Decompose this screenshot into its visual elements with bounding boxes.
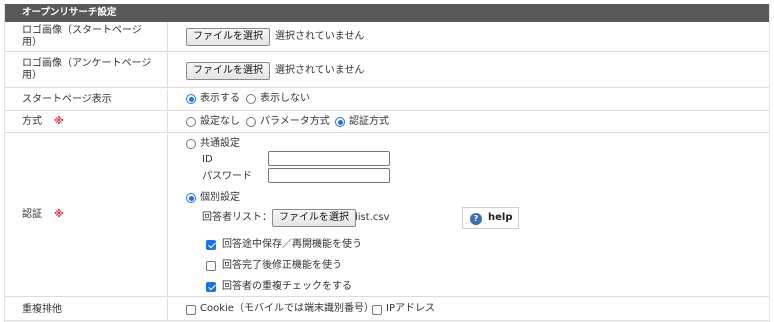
help-label: help [488, 212, 513, 223]
radio-method-parameter[interactable] [246, 117, 256, 127]
row-label: ロゴ画像（アンケートページ 用） [5, 53, 168, 87]
radio-method-parameter-label: パラメータ方式 [260, 116, 330, 127]
password-label: パスワード [202, 171, 252, 182]
file-status: 選択されていません [275, 65, 365, 76]
row-start-page: スタートページ表示 表示する 表示しない [5, 89, 769, 111]
required-mark: ※ [54, 209, 64, 220]
required-mark: ※ [54, 116, 64, 127]
file-status: 選択されていません [275, 31, 365, 42]
checkbox-duplicate-check-label: 回答者の重複チェックをする [222, 281, 352, 292]
checkbox-ip-address[interactable] [372, 305, 382, 315]
row-label: スタートページ表示 [5, 89, 168, 110]
checkbox-save-resume[interactable] [206, 240, 216, 250]
radio-method-none-label: 設定なし [200, 116, 240, 127]
row-value: ファイルを選択 選択されていません [169, 53, 769, 87]
checkbox-duplicate-check[interactable] [206, 282, 216, 292]
radio-show[interactable] [186, 94, 196, 104]
checkbox-ip-address-label: IPアドレス [386, 303, 435, 314]
id-label: ID [202, 154, 213, 165]
row-logo-start: ロゴ画像（スタートページ 用） ファイルを選択 選択されていません [5, 22, 769, 52]
radio-auth-individual[interactable] [186, 193, 196, 203]
label-line: ロゴ画像（スタートページ [22, 25, 142, 36]
radio-auth-individual-label: 個別設定 [200, 192, 240, 203]
file-select-button-logo-start[interactable]: ファイルを選択 [186, 28, 270, 46]
radio-method-auth-label: 認証方式 [349, 116, 389, 127]
password-input[interactable] [268, 168, 390, 183]
row-logo-survey: ロゴ画像（アンケートページ 用） ファイルを選択 選択されていません [5, 53, 769, 88]
checkbox-post-edit-label: 回答完了後修正機能を使う [222, 260, 342, 271]
radio-auth-common[interactable] [186, 139, 196, 149]
row-value: 表示する 表示しない [169, 89, 769, 110]
row-value: 設定なし パラメータ方式 認証方式 [169, 112, 769, 132]
file-select-button-logo-survey[interactable]: ファイルを選択 [186, 62, 270, 80]
open-research-settings-panel: オープンリサーチ設定 ロゴ画像（スタートページ 用） ファイルを選択 選択されて… [4, 4, 770, 322]
label-line: 用） [22, 70, 42, 81]
radio-hide[interactable] [246, 94, 256, 104]
row-method: 方式 ※ 設定なし パラメータ方式 認証方式 [5, 112, 769, 133]
help-button[interactable]: ? help [462, 207, 519, 229]
file-select-button-respondent-list[interactable]: ファイルを選択 [272, 209, 356, 227]
checkbox-save-resume-label: 回答途中保存／再開機能を使う [222, 239, 362, 250]
radio-show-label: 表示する [200, 93, 240, 104]
checkbox-post-edit[interactable] [206, 261, 216, 271]
row-value: ファイルを選択 選択されていません [169, 22, 769, 51]
question-circle-icon: ? [470, 213, 482, 225]
row-dedupe: 重複排他 Cookie（モバイルでは端末識別番号） IPアドレス [5, 298, 769, 321]
respondent-list-label: 回答者リスト： [202, 212, 272, 223]
radio-auth-common-label: 共通設定 [200, 138, 240, 149]
row-label: 認証 ※ [5, 134, 168, 296]
checkbox-cookie-label: Cookie（モバイルでは端末識別番号） [200, 303, 374, 314]
radio-method-none[interactable] [186, 117, 196, 127]
label-text: 認証 [22, 209, 42, 220]
radio-method-auth[interactable] [335, 117, 345, 127]
radio-hide-label: 表示しない [260, 93, 310, 104]
row-label: 重複排他 [5, 298, 168, 320]
label-line: ロゴ画像（アンケートページ [22, 58, 152, 69]
row-value: Cookie（モバイルでは端末識別番号） IPアドレス [169, 298, 769, 320]
row-value: 共通設定 ID パスワード 個別設定 回答者リスト： ファイルを選択 list.… [169, 134, 769, 296]
row-label: 方式 ※ [5, 112, 168, 132]
row-label: ロゴ画像（スタートページ 用） [5, 22, 168, 51]
row-auth: 認証 ※ 共通設定 ID パスワード 個別設定 回答者リスト： ファイルを選択 l… [5, 134, 769, 297]
checkbox-cookie[interactable] [186, 305, 196, 315]
label-line: 用） [22, 37, 42, 48]
respondent-list-filename: list.csv [355, 212, 390, 223]
id-input[interactable] [268, 151, 390, 166]
label-text: 方式 [22, 116, 42, 127]
section-title: オープンリサーチ設定 [5, 4, 769, 22]
